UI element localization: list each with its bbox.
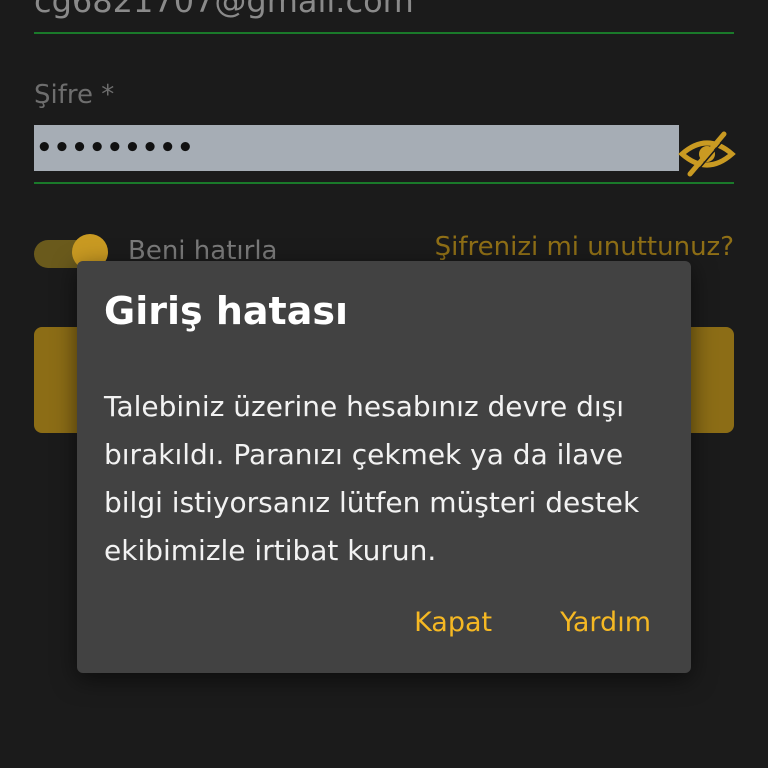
forgot-password-link[interactable]: Şifrenizi mi unuttunuz? — [435, 232, 734, 262]
eye-slash-icon[interactable] — [678, 130, 736, 178]
password-underline — [34, 182, 734, 184]
dialog-actions: Kapat Yardım — [414, 607, 651, 638]
login-error-dialog: Giriş hatası Talebiniz üzerine hesabınız… — [77, 261, 691, 673]
password-label: Şifre * — [34, 80, 115, 110]
email-underline — [34, 32, 734, 34]
dialog-message: Talebiniz üzerine hesabınız devre dışı b… — [104, 390, 640, 567]
help-button[interactable]: Yardım — [560, 607, 651, 638]
dialog-title: Giriş hatası — [104, 289, 348, 333]
password-field[interactable]: ••••••••• — [34, 125, 679, 171]
email-field[interactable]: cg6821707@gmail.com — [34, 0, 414, 20]
close-button[interactable]: Kapat — [414, 607, 492, 638]
login-screen: cg6821707@gmail.com Şifre * ••••••••• Be… — [0, 0, 768, 768]
